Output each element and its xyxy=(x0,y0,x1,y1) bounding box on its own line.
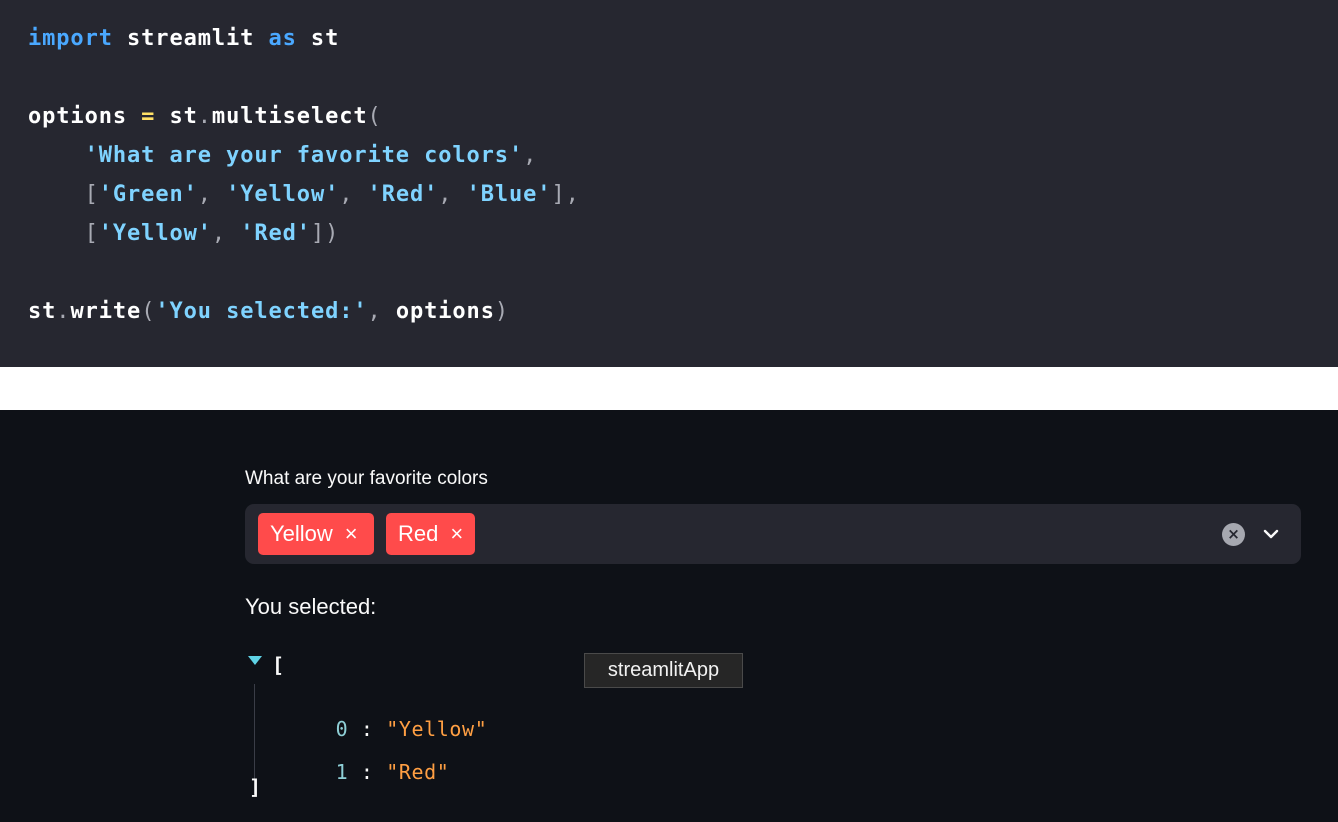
code-line: st.write('You selected:', options) xyxy=(28,296,509,328)
clear-all-icon[interactable]: × xyxy=(1222,523,1245,546)
code-token: . xyxy=(56,299,71,324)
json-close-bracket: ] xyxy=(249,775,262,799)
code-line: import streamlit as st xyxy=(28,23,339,55)
code-token: , xyxy=(211,221,241,246)
code-token: ( xyxy=(141,299,156,324)
remove-tag-icon[interactable]: × xyxy=(450,513,463,555)
code-token: 'Green' xyxy=(98,182,198,207)
code-token: options xyxy=(395,299,495,324)
write-output-text: You selected: xyxy=(245,594,377,619)
code-line: options = st.multiselect( xyxy=(28,101,382,133)
code-token: st xyxy=(296,26,340,51)
code-token: as xyxy=(268,26,297,51)
code-token: = xyxy=(141,104,156,129)
code-token: st xyxy=(28,299,57,324)
code-line: ['Yellow', 'Red']) xyxy=(28,218,339,250)
json-item: 1 : "Red" xyxy=(285,736,449,808)
code-token: st xyxy=(155,104,198,129)
code-token: ) xyxy=(494,299,510,324)
selected-tag-yellow[interactable]: Yellow × xyxy=(258,513,374,555)
code-token: , xyxy=(438,182,467,207)
selected-tag-red[interactable]: Red × xyxy=(386,513,475,555)
multiselect-label: What are your favorite colors xyxy=(245,468,488,489)
tag-label: Yellow xyxy=(270,521,333,546)
code-token: 'Red' xyxy=(367,182,439,207)
code-token: . xyxy=(197,104,212,129)
code-token: , xyxy=(523,143,538,168)
code-token: , xyxy=(339,182,368,207)
code-line: ['Green', 'Yellow', 'Red', 'Blue'], xyxy=(28,179,580,211)
code-token: multiselect xyxy=(211,104,368,129)
code-token: 'Blue' xyxy=(466,182,552,207)
app-tooltip: streamlitApp xyxy=(584,653,743,688)
code-token: , xyxy=(197,182,227,207)
multiselect-input[interactable]: Yellow × Red × × xyxy=(245,504,1301,564)
code-token: ], xyxy=(551,182,580,207)
app-preview: What are your favorite colors Yellow × Re… xyxy=(0,410,1338,822)
code-token: streamlit xyxy=(112,26,269,51)
code-token: [ xyxy=(84,182,99,207)
code-token: , xyxy=(367,299,396,324)
code-token: ( xyxy=(367,104,382,129)
code-token: write xyxy=(70,299,142,324)
code-token: 'Yellow' xyxy=(98,221,212,246)
tag-label: Red xyxy=(398,521,439,546)
collapse-toggle-icon[interactable] xyxy=(248,656,262,666)
code-block: import streamlit as st options = st.mult… xyxy=(0,0,1338,367)
json-value: "Red" xyxy=(386,760,450,784)
code-token: import xyxy=(28,26,113,51)
json-index: 1 xyxy=(335,760,349,784)
section-divider xyxy=(0,367,1338,410)
code-token: 'Red' xyxy=(240,221,311,246)
remove-tag-icon[interactable]: × xyxy=(345,513,358,555)
code-token: 'You selected:' xyxy=(155,299,368,324)
json-open-bracket: [ xyxy=(272,653,285,677)
json-separator: : xyxy=(360,760,374,784)
code-token: [ xyxy=(84,221,99,246)
code-token: ]) xyxy=(310,221,340,246)
code-token: options xyxy=(28,104,142,129)
code-token: 'What are your favorite colors' xyxy=(84,143,524,168)
code-line: 'What are your favorite colors', xyxy=(28,140,537,172)
code-token: 'Yellow' xyxy=(226,182,340,207)
chevron-down-icon[interactable] xyxy=(1258,521,1284,547)
